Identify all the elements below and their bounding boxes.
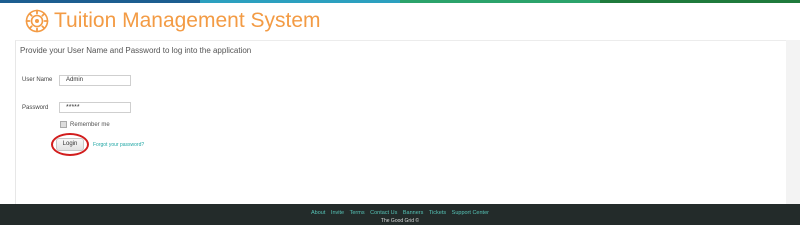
forgot-password-link[interactable]: Forgot your password? [93,142,144,148]
footer-link-tickets[interactable]: Tickets [429,210,446,216]
login-button[interactable]: Login [56,138,84,151]
app-header: Tuition Management System [0,3,800,39]
footer-link-terms[interactable]: Terms [350,210,365,216]
username-input[interactable]: Admin [59,75,131,86]
remember-me-label: Remember me [70,122,110,128]
app-title: Tuition Management System [54,9,321,32]
page-footer: About Invite Terms Contact Us Banners Ti… [0,204,800,225]
cog-logo-icon [25,9,49,33]
footer-copyright: The Good Grid © [380,218,420,224]
footer-link-support-center[interactable]: Support Center [452,210,489,216]
page-gutter [786,40,800,204]
remember-me-checkbox[interactable] [60,121,67,128]
password-input[interactable]: ***** [59,102,131,113]
username-label: User Name [22,77,53,83]
footer-link-banners[interactable]: Banners [403,210,424,216]
footer-link-about[interactable]: About [311,210,325,216]
login-panel [15,40,787,205]
username-value: Admin [66,77,84,83]
login-instructions: Provide your User Name and Password to l… [20,46,252,55]
footer-link-contact-us[interactable]: Contact Us [370,210,397,216]
footer-link-invite[interactable]: Invite [331,210,344,216]
footer-links: About Invite Terms Contact Us Banners Ti… [0,210,800,216]
password-value: ***** [66,104,80,111]
password-label: Password [22,105,49,111]
